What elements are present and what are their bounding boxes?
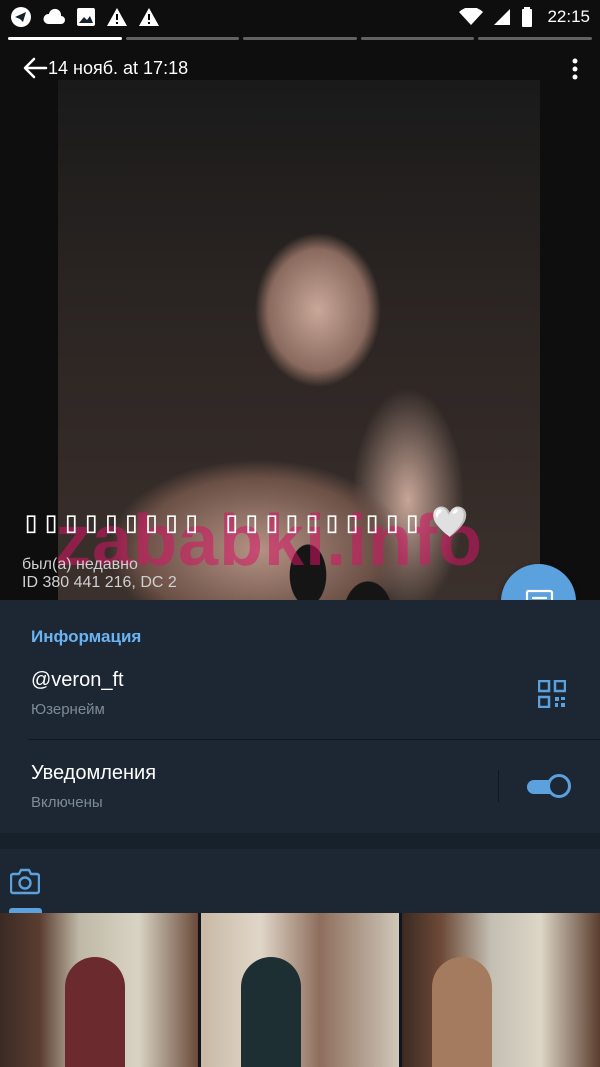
- media-tabs: [0, 849, 600, 913]
- progress-segment: [478, 37, 592, 40]
- progress-segment: [243, 37, 357, 40]
- image-icon: [77, 8, 95, 26]
- vertical-divider: [498, 770, 499, 802]
- battery-icon: [522, 7, 533, 27]
- more-vert-icon[interactable]: [572, 58, 578, 80]
- media-thumbnail[interactable]: [201, 913, 399, 1067]
- last-seen: был(а) недавно: [22, 556, 138, 573]
- warning-icon: [139, 8, 159, 26]
- story-progress: [8, 37, 592, 40]
- progress-segment: [125, 37, 240, 40]
- photo-date: 14 нояб. at 17:18: [48, 57, 189, 78]
- back-arrow-icon[interactable]: [22, 55, 48, 81]
- qr-code-icon[interactable]: [538, 680, 566, 708]
- heart-emoji: 🤍: [431, 505, 471, 540]
- divider: [28, 739, 600, 740]
- wifi-icon: [459, 8, 484, 25]
- notifications-toggle[interactable]: [527, 774, 573, 798]
- media-thumbnail[interactable]: [0, 913, 198, 1067]
- signal-icon: [494, 9, 511, 25]
- progress-segment: [8, 37, 122, 40]
- media-thumbnail[interactable]: [402, 913, 600, 1067]
- progress-segment: [360, 37, 475, 40]
- toggle-knob: [547, 774, 571, 798]
- status-time: 22:15: [547, 7, 590, 26]
- profile-name: ▯▯▯▯▯▯▯▯▯ ▯▯▯▯▯▯▯▯▯▯ 🤍: [22, 505, 471, 540]
- username-value[interactable]: @veron_ft: [31, 669, 124, 692]
- status-right-icons: 22:15: [459, 7, 590, 27]
- telegram-icon: [11, 7, 31, 27]
- cloud-icon: [43, 8, 65, 24]
- info-section: Информация @veron_ft Юзернейм Уведомлени…: [0, 600, 600, 833]
- status-left-icons: [10, 6, 160, 28]
- status-bar: 22:15: [0, 0, 600, 34]
- media-grid: [0, 913, 600, 1067]
- thumbnail-figure: [65, 957, 125, 1067]
- camera-icon[interactable]: [10, 867, 40, 895]
- top-bar: 14 нояб. at 17:18: [0, 48, 600, 88]
- profile-name-text: ▯▯▯▯▯▯▯▯▯ ▯▯▯▯▯▯▯▯▯▯: [22, 505, 424, 540]
- section-title: Информация: [31, 627, 142, 646]
- notifications-label[interactable]: Уведомления: [31, 762, 156, 785]
- thumbnail-figure: [432, 957, 492, 1067]
- warning-icon: [107, 8, 127, 26]
- username-caption: Юзернейм: [31, 701, 105, 718]
- thumbnail-figure: [241, 957, 301, 1067]
- user-id: ID 380 441 216, DC 2: [22, 574, 177, 591]
- notifications-status: Включены: [31, 794, 103, 811]
